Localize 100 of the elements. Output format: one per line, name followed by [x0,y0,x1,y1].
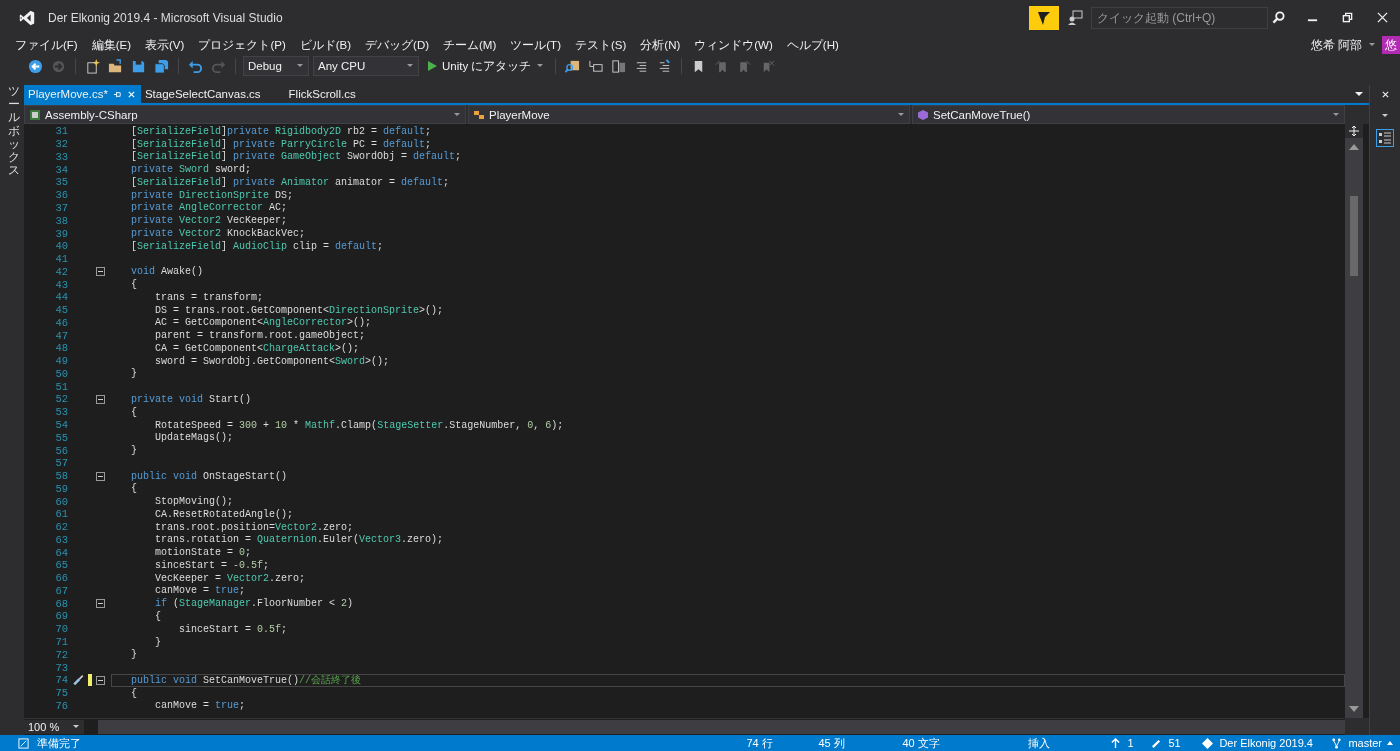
menu-item[interactable]: ツール(T) [503,37,568,53]
search-icon [1272,11,1285,24]
project-dropdown[interactable]: Assembly-CSharp [24,105,466,124]
line-number: 37 [54,201,68,214]
document-tab[interactable]: PlayerMove.cs* [24,85,141,103]
code-line: public void OnStageStart() [131,470,288,482]
menu-item[interactable]: チーム(M) [436,37,504,53]
open-folder-icon[interactable] [108,58,123,74]
line-number: 59 [54,482,68,495]
collapse-icon[interactable] [95,675,105,685]
caret-icon [406,62,414,70]
filter-icon[interactable] [1029,6,1059,30]
menu-item[interactable]: 分析(N) [633,37,688,53]
caret-icon [453,110,461,119]
account-name[interactable]: 悠希 阿部 [1310,37,1362,53]
menu-item[interactable]: ウィンドウ(W) [687,37,780,53]
save-icon[interactable] [131,58,146,74]
menu-item[interactable]: プロジェクト(P) [191,37,293,53]
scroll-down-icon[interactable] [1349,706,1359,712]
line-number: 44 [54,291,68,304]
up-arrow-icon[interactable] [1110,737,1122,749]
feedback-icon[interactable] [1067,9,1083,26]
line-number: 58 [54,470,68,483]
splitter-icon[interactable] [1345,124,1363,138]
type-dropdown[interactable]: PlayerMove [468,105,910,124]
account-avatar[interactable]: 悠 [1382,36,1400,54]
line-number: 46 [54,316,68,329]
vertical-scrollbar[interactable] [1345,124,1363,718]
line-number: 67 [54,584,68,597]
line-number: 60 [54,495,68,508]
dropdown-icon[interactable] [1381,112,1389,120]
edit-count[interactable]: 51 [1168,737,1203,749]
code-line: } [131,649,137,661]
pencil-icon[interactable] [1151,737,1163,749]
code-line: private Sword sword; [131,164,252,176]
caret-icon [296,62,304,70]
document-tab[interactable]: FlickScroll.cs [284,85,380,103]
cube-icon [917,108,929,121]
restore-icon[interactable] [1342,12,1353,23]
scroll-up-icon[interactable] [1349,144,1359,150]
dropdown-icon[interactable] [1368,41,1376,49]
pin-icon[interactable] [112,89,122,99]
logo-icon [18,8,36,27]
code-line: [SerializeField] private GameObject SwordObj = default; [131,151,462,163]
code-line: sinceStart = -0.5f; [154,559,270,571]
line-indicator: 74 行 [746,735,774,751]
menu-item[interactable]: ファイル(F) [8,37,85,53]
menu-item[interactable]: ヘルプ(H) [779,37,846,53]
new-item-icon[interactable] [85,58,100,74]
code-line: [SerializeField] private Animator animator = default; [131,176,450,188]
configuration-dropdown[interactable]: Debug [243,56,309,76]
status-message: 準備完了 [37,735,81,751]
menu-item[interactable]: テスト(S) [567,37,634,53]
repository-name[interactable]: Der Elkonig 2019.4 [1219,737,1332,749]
collapse-icon[interactable] [95,599,105,609]
code-line: parent = transform.root.gameObject; [154,330,366,342]
undo-icon[interactable] [188,58,203,74]
caret-icon [72,723,80,731]
collapse-icon[interactable] [95,471,105,481]
toolbox-tab[interactable]: ツールボックス [8,85,20,178]
dropdown-icon[interactable] [1355,90,1363,98]
code-line: trans.root.position=Vector2.zero; [154,521,354,533]
branch-icon[interactable] [1331,737,1343,749]
line-number: 41 [54,253,68,266]
close-icon[interactable] [1380,89,1390,99]
repository-icon[interactable] [1202,737,1214,749]
zoom-dropdown[interactable]: 100 % [24,720,84,734]
quick-launch-field[interactable]: クイック起動 (Ctrl+Q) [1091,6,1268,29]
properties-icon[interactable] [1376,129,1394,147]
code-line: motionState = 0; [154,547,252,559]
up-caret-icon[interactable] [1386,739,1394,747]
document-tab[interactable]: StageSelectCanvas.cs [140,85,285,103]
attach-button[interactable]: Unity にアタッチ [423,56,549,76]
collapse-icon[interactable] [95,267,105,277]
branch-name[interactable]: master [1348,737,1382,749]
output-icon [18,737,29,749]
menu-item[interactable]: ビルド(B) [292,37,359,53]
save-all-icon[interactable] [154,58,169,74]
next-bookmark-icon[interactable] [737,58,753,74]
menu-item[interactable]: 表示(V) [138,37,192,53]
collapse-icon[interactable] [95,394,105,404]
find-icon[interactable] [565,58,581,74]
menu-item[interactable]: 編集(E) [84,37,139,53]
horizontal-scrollbar[interactable] [98,720,1345,734]
screwdriver-icon[interactable] [72,674,85,687]
menu-item[interactable]: デバッグ(D) [358,37,437,53]
push-count[interactable]: 1 [1127,737,1152,749]
line-number: 62 [54,521,68,534]
platform-dropdown[interactable]: Any CPU [313,56,419,76]
close-icon[interactable] [1377,12,1388,23]
line-number: 74 [54,674,68,687]
outdent-icon[interactable] [611,58,627,74]
code-line: UpdateMags(); [154,432,234,444]
line-number: 40 [54,240,68,253]
scroll-thumb[interactable] [1350,196,1358,276]
code-line: StopMoving(); [154,496,234,508]
indent-icon[interactable] [588,58,604,74]
back-icon[interactable] [28,58,43,74]
code-line: sinceStart = 0.5f; [178,623,288,635]
member-dropdown[interactable]: SetCanMoveTrue() [912,105,1345,124]
